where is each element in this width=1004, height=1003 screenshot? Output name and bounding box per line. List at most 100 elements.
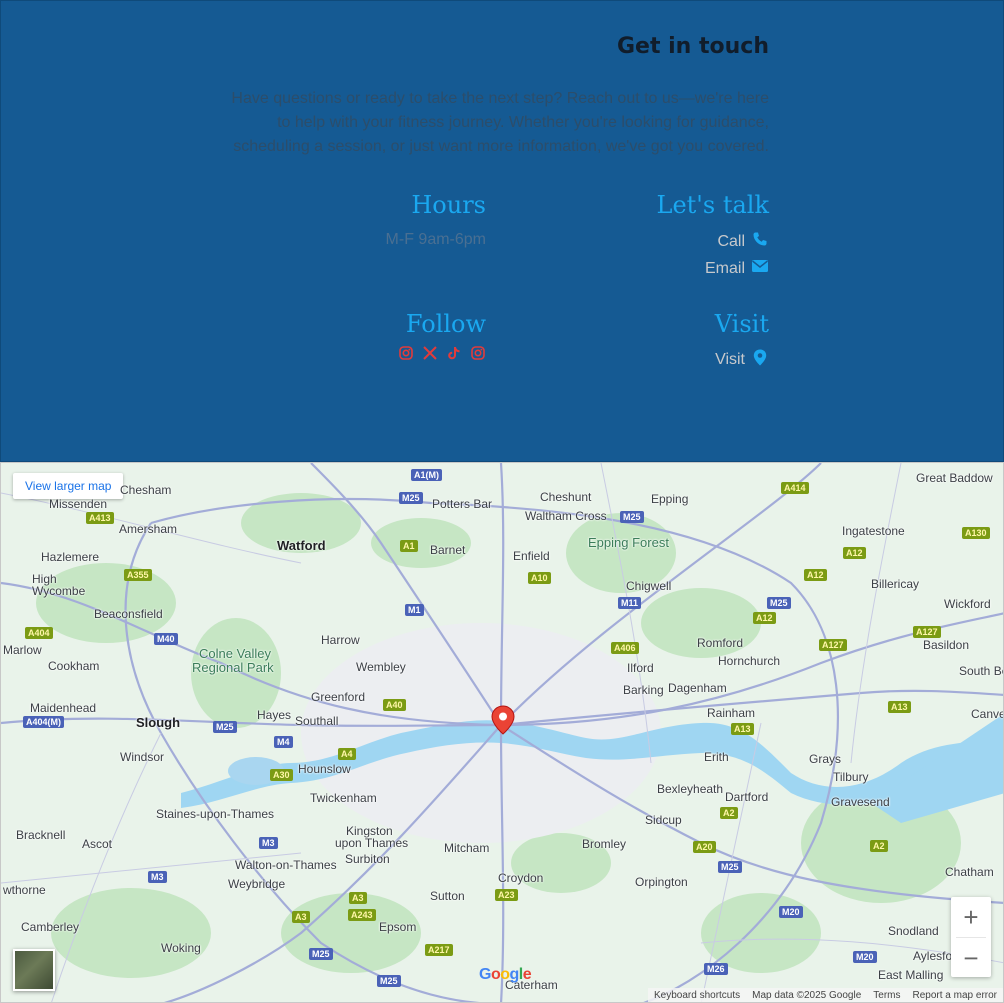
tiktok-icon[interactable]: [446, 346, 462, 362]
road-shield: A406: [611, 642, 639, 654]
call-link[interactable]: Call: [717, 231, 769, 252]
place-label: Maidenhead: [30, 701, 97, 715]
road-shield: A12: [753, 612, 776, 624]
place-label: Basildon: [923, 638, 970, 652]
road-shield: M3: [148, 871, 167, 883]
place-label: Enfield: [513, 549, 550, 563]
road-shield: A413: [86, 512, 114, 524]
place-label: Chatham: [945, 865, 994, 879]
place-label: Greenford: [311, 690, 366, 704]
place-label: Windsor: [120, 750, 165, 764]
road-shield: M25: [377, 975, 401, 987]
place-label: Woking: [161, 941, 201, 955]
road-shield: A130: [962, 527, 990, 539]
road-shield: A30: [270, 769, 293, 781]
place-label: Walton-on-Thames: [235, 858, 337, 872]
road-shield: M25: [213, 721, 237, 733]
place-label: Harrow: [321, 633, 360, 647]
road-shield: M11: [618, 597, 642, 609]
place-label: Potters Bar: [432, 497, 493, 511]
place-label: Rainham: [707, 706, 756, 720]
instagram-icon[interactable]: [398, 346, 414, 362]
follow-title: Follow: [405, 310, 486, 338]
contact-intro: Have questions or ready to take the next…: [231, 90, 769, 155]
view-larger-map-link[interactable]: View larger map: [13, 473, 124, 499]
place-label: Amersham: [119, 522, 178, 536]
place-label: Hornchurch: [718, 654, 781, 668]
road-shield: A1: [400, 540, 418, 552]
road-shield: A23: [495, 889, 518, 901]
visit-link[interactable]: Visit: [715, 349, 769, 371]
road-shield: A1(M): [411, 469, 442, 481]
lets-talk-title: Let's talk: [656, 191, 770, 219]
zoom-out-button[interactable]: −: [951, 938, 991, 978]
location-pin-icon[interactable]: [490, 705, 516, 735]
place-label: Mitcham: [444, 841, 490, 855]
place-label: Barnet: [430, 543, 466, 557]
call-label: Call: [717, 232, 745, 250]
road-shield: A404(M): [23, 716, 65, 728]
zoom-in-button[interactable]: +: [951, 897, 991, 937]
place-label: Slough: [136, 715, 181, 730]
road-shield: A414: [781, 482, 809, 494]
place-label: Staines-upon-Thames: [156, 807, 275, 821]
road-shield: A40: [383, 699, 406, 711]
place-label: Gravesend: [831, 795, 890, 809]
x-twitter-icon[interactable]: [422, 346, 438, 362]
place-label: Billericay: [871, 577, 920, 591]
place-label: Orpington: [635, 875, 688, 889]
place-label: Chigwell: [626, 579, 672, 593]
zoom-controls: + −: [951, 897, 991, 977]
place-label: upon Thames: [335, 836, 409, 850]
place-label: Wickford: [944, 597, 991, 611]
place-label: Erith: [704, 750, 729, 764]
road-shield: A2: [870, 840, 888, 852]
place-label: Southall: [295, 714, 339, 728]
place-label: Great Baddow: [916, 471, 993, 485]
terms-link[interactable]: Terms: [873, 990, 900, 1001]
place-label: Twickenham: [310, 791, 377, 805]
place-label: Surbiton: [345, 852, 390, 866]
place-label: Aylesfo: [913, 949, 953, 963]
place-label: Camberley: [21, 920, 80, 934]
place-label: Sutton: [430, 889, 465, 903]
place-label: Marlow: [3, 643, 42, 657]
place-label: South Be: [959, 664, 1004, 678]
map-marker-icon: [751, 349, 769, 371]
place-label: Grays: [809, 752, 842, 766]
place-label: wthorne: [3, 883, 46, 897]
instagram-icon[interactable]: [470, 346, 486, 362]
road-shield: M25: [620, 511, 644, 523]
place-label: Bracknell: [16, 828, 66, 842]
road-shield: A20: [693, 841, 716, 853]
keyboard-shortcuts-link[interactable]: Keyboard shortcuts: [654, 990, 740, 1001]
place-label: Ascot: [82, 837, 113, 851]
road-shield: A3: [292, 911, 310, 923]
place-label: Hazlemere: [41, 550, 100, 564]
google-logo: Google: [479, 966, 532, 983]
place-label: Cheshunt: [540, 490, 592, 504]
visit-label: Visit: [715, 351, 745, 368]
place-label: Watford: [277, 538, 326, 553]
email-link[interactable]: Email: [705, 259, 769, 278]
phone-icon: [751, 231, 769, 252]
place-label: Croydon: [498, 871, 544, 885]
place-label: Barking: [623, 683, 664, 697]
road-shield: A13: [731, 723, 754, 735]
place-label: Missenden: [49, 497, 108, 511]
embedded-map[interactable]: View larger map Chesham Missenden Amersh…: [0, 462, 1004, 1003]
place-label: Ingatestone: [842, 524, 905, 538]
road-shield: A12: [804, 569, 827, 581]
envelope-icon: [751, 259, 769, 278]
report-error-link[interactable]: Report a map error: [913, 990, 997, 1001]
map-data-text: Map data ©2025 Google: [752, 989, 862, 1001]
place-label: Beaconsfield: [94, 607, 163, 621]
satellite-toggle-button[interactable]: [13, 949, 55, 991]
place-label: Sidcup: [645, 813, 682, 827]
road-shield: A127: [913, 626, 941, 638]
road-shield: M40: [154, 633, 178, 645]
road-shield: A355: [124, 569, 152, 581]
place-label: Epsom: [379, 920, 417, 934]
place-label: Colne Valley: [199, 646, 272, 661]
road-shield: M1: [405, 604, 424, 616]
